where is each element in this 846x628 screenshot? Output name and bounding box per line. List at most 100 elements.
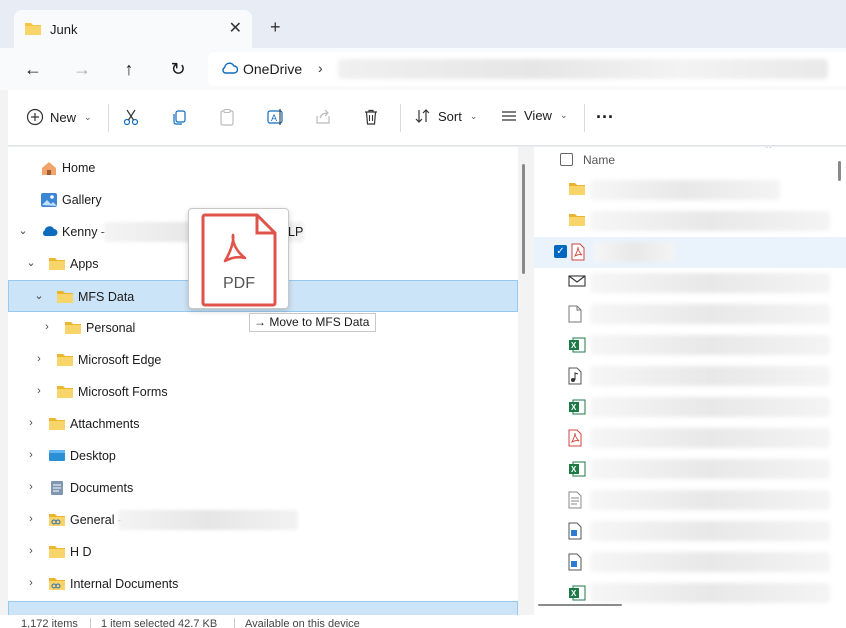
blurred-file-name bbox=[590, 397, 830, 417]
list-item-selected[interactable]: ✓ bbox=[534, 237, 846, 268]
view-label: View bbox=[524, 108, 552, 123]
chevron-down-icon: ⌄ bbox=[469, 110, 478, 121]
list-item[interactable] bbox=[534, 516, 846, 547]
chevron-right-icon[interactable]: › bbox=[25, 513, 37, 525]
chevron-down-icon: ⌄ bbox=[84, 111, 92, 122]
sort-label: Sort bbox=[438, 108, 462, 124]
nav-item-label: Microsoft Forms bbox=[78, 385, 168, 399]
svg-text:X: X bbox=[571, 465, 577, 474]
availability-status: Available on this device bbox=[245, 618, 360, 628]
nav-item-desktop[interactable]: › Desktop bbox=[8, 440, 518, 472]
blurred-file-name bbox=[590, 490, 830, 510]
folder-icon bbox=[64, 320, 82, 336]
navigation-scrollbar[interactable] bbox=[522, 164, 525, 274]
list-item[interactable]: X bbox=[534, 392, 846, 423]
new-button[interactable]: New ⌄ bbox=[26, 108, 92, 126]
chevron-down-icon[interactable]: ⌄ bbox=[25, 257, 37, 269]
plus-circle-icon bbox=[26, 108, 44, 126]
delete-button[interactable] bbox=[362, 108, 380, 126]
blurred-file-name bbox=[590, 521, 830, 541]
pdf-icon bbox=[568, 429, 586, 447]
nav-item-microsoft-edge[interactable]: › Microsoft Edge bbox=[8, 344, 518, 376]
chevron-right-icon[interactable]: › bbox=[25, 545, 37, 557]
chevron-right-icon[interactable]: › bbox=[25, 449, 37, 461]
list-item[interactable] bbox=[534, 299, 846, 330]
new-tab-button[interactable]: + bbox=[270, 17, 281, 38]
list-item[interactable]: X bbox=[534, 454, 846, 485]
blurred-file-name bbox=[590, 211, 830, 231]
list-item[interactable] bbox=[534, 361, 846, 392]
drag-tooltip-text: Move to MFS Data bbox=[269, 315, 370, 329]
pdf-icon bbox=[571, 243, 589, 261]
shared-folder-icon bbox=[48, 512, 66, 528]
more-options-button[interactable]: ... bbox=[596, 102, 614, 123]
checked-checkbox-icon[interactable]: ✓ bbox=[554, 245, 567, 258]
folder-icon bbox=[48, 544, 66, 560]
scissors-icon bbox=[123, 109, 139, 126]
view-button[interactable]: View ⌄ bbox=[500, 108, 568, 123]
breadcrumb-onedrive[interactable]: OneDrive bbox=[243, 61, 302, 77]
chevron-down-icon[interactable]: ⌄ bbox=[17, 225, 29, 237]
column-name-header[interactable]: Name bbox=[583, 153, 615, 167]
chevron-down-icon[interactable]: ⌄ bbox=[33, 290, 45, 302]
chevron-right-icon[interactable]: › bbox=[25, 481, 37, 493]
divider bbox=[90, 618, 91, 628]
address-bar[interactable]: OneDrive › bbox=[208, 52, 846, 86]
chevron-right-icon[interactable]: › bbox=[25, 577, 37, 589]
list-item[interactable] bbox=[534, 206, 846, 237]
list-item[interactable] bbox=[534, 175, 846, 206]
chevron-right-icon[interactable]: › bbox=[25, 417, 37, 429]
divider bbox=[400, 104, 401, 132]
text-file-icon bbox=[568, 491, 586, 509]
chevron-right-icon[interactable]: › bbox=[41, 321, 53, 333]
blurred-file-name bbox=[590, 304, 830, 324]
nav-item-attachments[interactable]: › Attachments bbox=[8, 408, 518, 440]
excel-icon: X bbox=[568, 336, 586, 354]
pane-divider[interactable] bbox=[518, 147, 534, 615]
blurred-file-name bbox=[590, 552, 830, 572]
tab-junk[interactable]: Junk ✕ bbox=[14, 10, 252, 48]
nav-item-internal-documents[interactable]: › Internal Documents bbox=[8, 568, 518, 600]
list-item[interactable] bbox=[534, 547, 846, 578]
close-tab-icon[interactable]: ✕ bbox=[229, 18, 242, 38]
paste-button[interactable] bbox=[218, 108, 236, 126]
nav-item-microsoft-forms[interactable]: › Microsoft Forms bbox=[8, 376, 518, 408]
back-button[interactable]: ← bbox=[22, 58, 44, 80]
list-item[interactable] bbox=[534, 423, 846, 454]
list-item[interactable] bbox=[534, 485, 846, 516]
forward-button[interactable]: → bbox=[71, 58, 93, 80]
chevron-down-icon: ⌄ bbox=[559, 110, 568, 120]
share-button[interactable] bbox=[314, 108, 332, 126]
refresh-button[interactable]: ↻ bbox=[167, 58, 189, 80]
svg-text:X: X bbox=[571, 589, 577, 598]
nav-item-documents[interactable]: › Documents bbox=[8, 472, 518, 504]
chevron-right-icon[interactable]: › bbox=[33, 385, 45, 397]
nav-item-label: General - bbox=[70, 513, 123, 527]
nav-item-h-d[interactable]: › H D bbox=[8, 536, 518, 568]
nav-item-label: Personal bbox=[86, 321, 136, 335]
list-item[interactable]: X bbox=[534, 330, 846, 361]
svg-text:X: X bbox=[571, 403, 577, 412]
rename-button[interactable]: A bbox=[266, 108, 286, 126]
paste-icon bbox=[220, 108, 234, 126]
mail-icon bbox=[568, 274, 586, 292]
blurred-file-name bbox=[594, 242, 674, 262]
chevron-right-icon[interactable]: › bbox=[33, 353, 45, 365]
divider bbox=[584, 104, 585, 132]
nav-item-junk[interactable] bbox=[8, 601, 518, 615]
nav-item-label: Desktop bbox=[70, 449, 116, 463]
sort-button[interactable]: Sort ⌄ bbox=[414, 108, 477, 124]
folder-icon bbox=[56, 384, 74, 400]
list-item[interactable] bbox=[534, 268, 846, 299]
nav-item-home[interactable]: Home bbox=[8, 152, 518, 184]
up-button[interactable]: ↑ bbox=[118, 58, 140, 80]
blurred-file-name bbox=[590, 428, 830, 448]
svg-text:X: X bbox=[571, 341, 577, 350]
nav-item-label: H D bbox=[70, 545, 92, 559]
copy-button[interactable] bbox=[170, 108, 188, 126]
nav-item-general[interactable]: › General - bbox=[8, 504, 518, 536]
cut-button[interactable] bbox=[122, 108, 140, 126]
breadcrumb-separator[interactable]: › bbox=[318, 60, 323, 76]
select-all-checkbox[interactable] bbox=[560, 153, 573, 166]
horizontal-scrollbar[interactable] bbox=[538, 604, 622, 606]
